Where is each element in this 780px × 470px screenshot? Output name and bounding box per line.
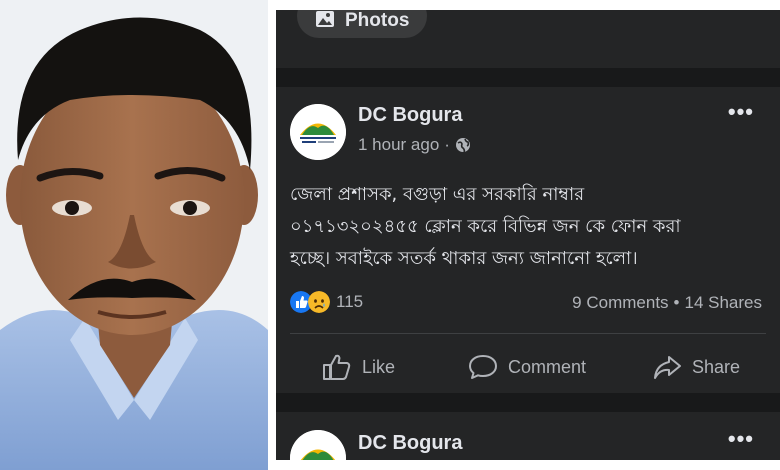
post-text-line: জেলা প্রশাসক, বগুড়া এর সরকারি নাম্বার (290, 184, 585, 205)
comment-bubble-icon (469, 355, 497, 379)
post-text: জেলা প্রশাসক, বগুড়া এর সরকারি নাম্বার ০… (290, 179, 770, 275)
post-actions-bar: Like Comment Share (276, 347, 780, 387)
portrait-photo (0, 0, 268, 470)
facebook-feed: Photos DC Bogura 1 hour ago · ••• জেলা প… (276, 10, 780, 460)
page-avatar[interactable] (290, 430, 346, 460)
meta-separator: · (444, 135, 450, 154)
comments-count-link[interactable]: 9 Comments (572, 293, 668, 312)
stats-separator: • (673, 293, 680, 312)
next-post-author[interactable]: DC Bogura (358, 432, 462, 455)
photos-icon (316, 11, 334, 27)
share-button[interactable]: Share (652, 353, 740, 381)
next-post-card: DC Bogura ••• (276, 412, 780, 460)
share-label: Share (692, 356, 741, 377)
comment-button[interactable]: Comment (468, 353, 586, 381)
shares-count-link[interactable]: 14 Shares (685, 293, 763, 312)
next-post-options-button[interactable]: ••• (728, 426, 754, 452)
like-label: Like (362, 356, 396, 377)
post-stats: 9 Comments • 14 Shares (572, 293, 762, 313)
portrait-illustration (0, 0, 268, 470)
photos-button[interactable]: Photos (297, 10, 427, 38)
page-avatar[interactable] (290, 104, 346, 160)
photos-label: Photos (345, 10, 410, 31)
composer-card: Photos (276, 10, 780, 68)
post-author[interactable]: DC Bogura (358, 104, 462, 127)
bogra-logo-icon (290, 430, 346, 460)
share-arrow-icon (654, 356, 681, 379)
post-text-line: ০১৭১৩২০২৪৫৫ ক্লোন করে বিভিন্ন জন কে ফোন … (290, 216, 681, 237)
comment-label: Comment (508, 356, 587, 377)
thumbs-up-icon (323, 354, 351, 380)
post-time[interactable]: 1 hour ago (358, 135, 439, 155)
post-meta: 1 hour ago · (358, 135, 471, 155)
actions-divider (290, 333, 766, 334)
post-options-button[interactable]: ••• (728, 99, 754, 125)
like-button[interactable]: Like (322, 353, 395, 381)
sad-reaction-icon (308, 291, 330, 313)
post-text-line: হচ্ছে। সবাইকে সতর্ক থাকার জন্য জানানো হল… (290, 248, 638, 269)
reactions-summary[interactable]: 115 (290, 291, 363, 313)
globe-icon (455, 138, 470, 153)
reaction-count: 115 (336, 292, 364, 311)
post-card: DC Bogura 1 hour ago · ••• জেলা প্রশাসক,… (276, 87, 780, 393)
bogra-logo-icon (290, 104, 346, 160)
